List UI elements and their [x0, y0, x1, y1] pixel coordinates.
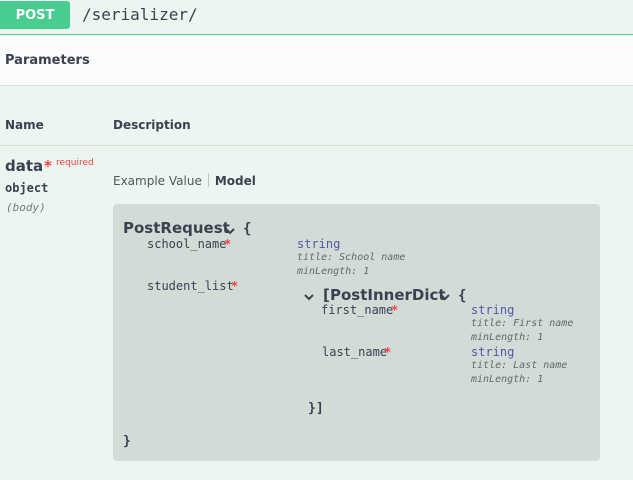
column-header-description: Description — [113, 118, 191, 132]
parameter-location: (body) — [6, 201, 46, 214]
chevron-down-icon[interactable] — [303, 291, 315, 303]
tab-divider — [207, 173, 209, 187]
method-badge: POST — [0, 1, 70, 29]
required-star: * — [384, 345, 392, 359]
inner-open-bracket: [ — [323, 286, 330, 304]
chevron-down-icon[interactable] — [224, 225, 236, 237]
model-close-brace: } — [123, 434, 131, 449]
property-name-first-name: first_name — [321, 303, 394, 317]
required-star: * — [44, 157, 52, 175]
header-divider — [0, 145, 633, 146]
property-min-length: minLength: 1 — [471, 374, 544, 385]
tab-model[interactable]: Model — [215, 174, 256, 188]
model-open-brace: { — [243, 221, 252, 237]
endpoint-path: /serializer/ — [82, 5, 198, 24]
inner-model-title[interactable]: PostInnerDict — [330, 286, 446, 304]
required-label: required — [56, 158, 94, 168]
tab-example-value[interactable]: Example Value — [113, 174, 202, 188]
example-model-tabs: Example Value Model — [113, 173, 256, 188]
property-type: string — [471, 345, 515, 359]
property-type: string — [297, 237, 341, 251]
required-star: * — [231, 279, 239, 293]
operation-summary[interactable]: POST /serializer/ — [0, 0, 633, 35]
property-type: string — [471, 303, 515, 317]
property-name-student-list: student_list — [147, 279, 234, 293]
inner-open-brace: { — [458, 288, 467, 304]
model-box: PostRequest { school_name * string title… — [113, 204, 600, 461]
property-title: title: Last name — [471, 360, 568, 371]
property-min-length: minLength: 1 — [471, 332, 544, 343]
model-title[interactable]: PostRequest — [123, 219, 230, 237]
inner-close-bracket: }] — [308, 401, 324, 416]
required-star: * — [224, 237, 232, 251]
property-title: title: First name — [471, 318, 574, 329]
parameters-header: Parameters — [0, 35, 633, 86]
property-min-length: minLength: 1 — [297, 266, 370, 277]
parameter-type: object — [5, 181, 49, 195]
required-star: * — [391, 303, 399, 317]
property-name-last-name: last_name — [322, 345, 388, 359]
parameter-name: data — [5, 157, 44, 175]
chevron-down-icon[interactable] — [439, 291, 451, 303]
property-title: title: School name — [297, 252, 406, 263]
property-name-school-name: school_name — [147, 237, 227, 251]
column-header-name: Name — [5, 118, 44, 132]
section-title: Parameters — [5, 53, 90, 68]
